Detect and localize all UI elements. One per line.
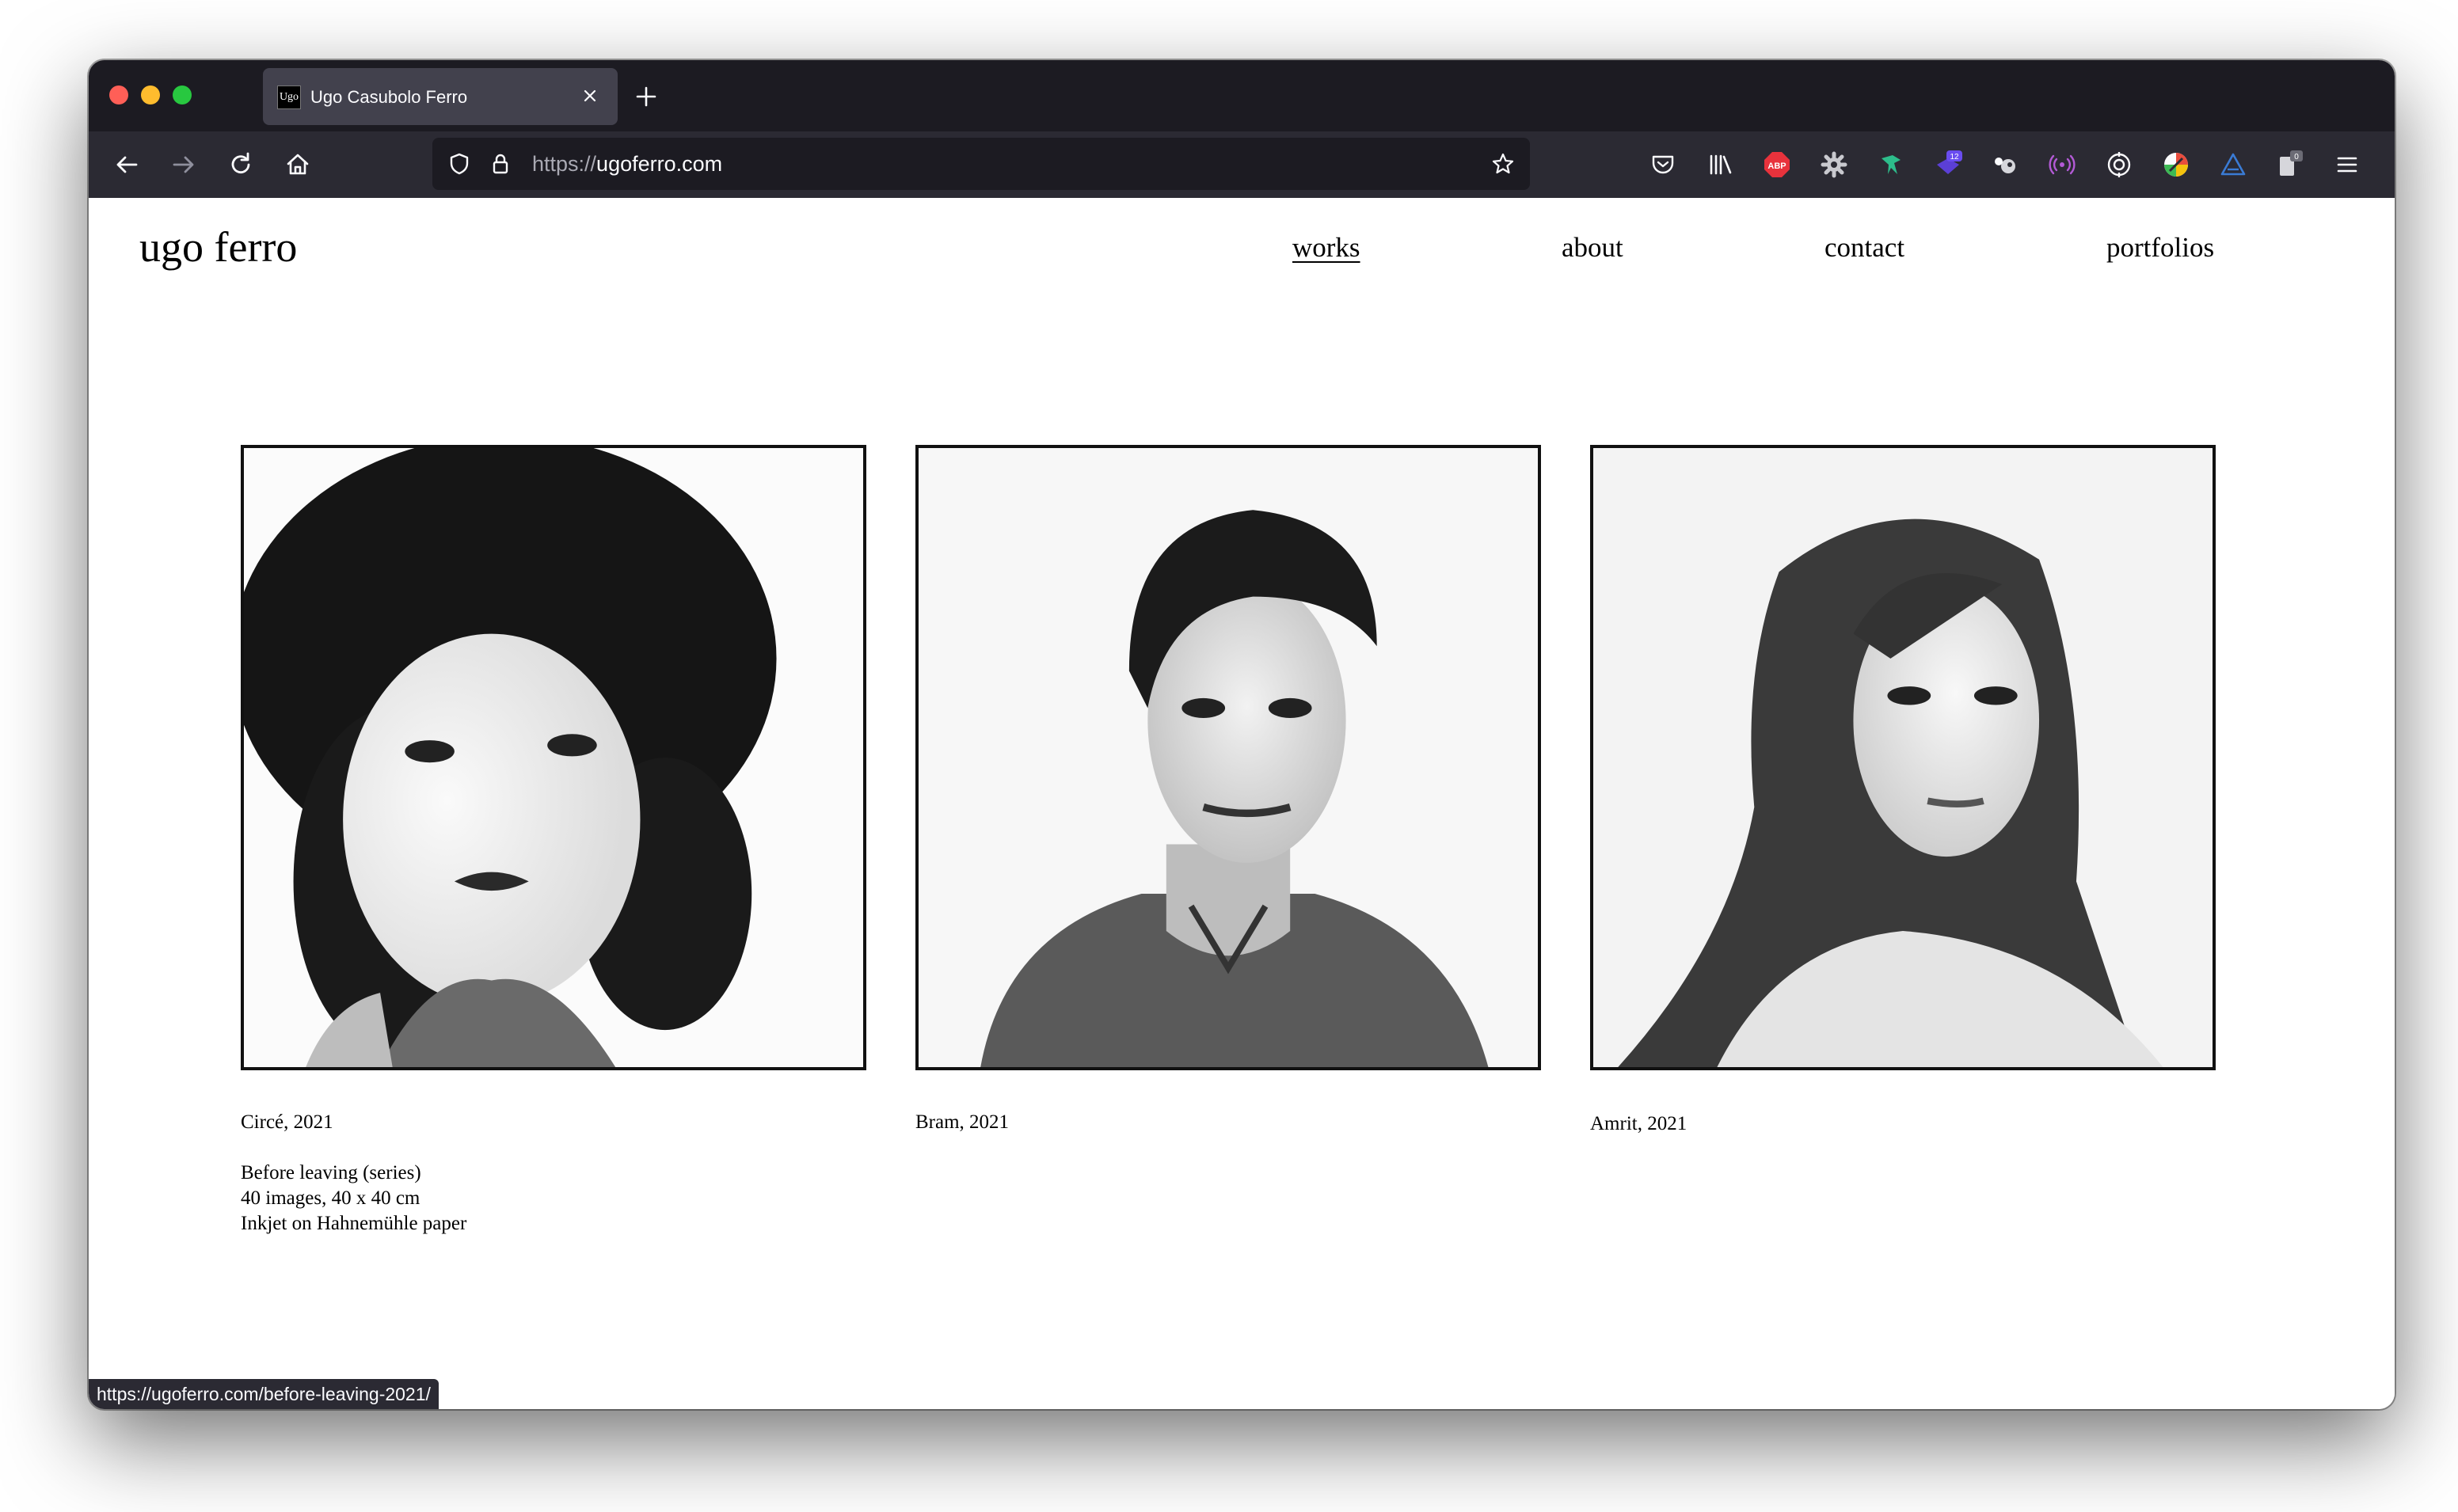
clipboard-extension-icon[interactable]: 0: [2276, 150, 2304, 179]
close-tab-icon[interactable]: [578, 84, 602, 108]
site-title[interactable]: ugo ferro: [139, 222, 297, 272]
work-detail-medium: Inkjet on Hahnemühle paper: [241, 1213, 467, 1234]
work-caption-amrit[interactable]: Amrit, 2021: [1590, 1111, 1687, 1137]
bird-extension-icon[interactable]: [1877, 150, 1905, 179]
nav-link-portfolios[interactable]: portfolios: [2106, 231, 2214, 264]
portrait-photo-icon: [1593, 448, 2213, 1067]
work-detail-series: Before leaving (series): [241, 1162, 421, 1183]
forward-arrow-icon[interactable]: [168, 149, 200, 180]
site-favicon: Ugo: [277, 85, 301, 109]
address-bar[interactable]: https://ugoferro.com: [432, 138, 1530, 190]
navigation-toolbar: https://ugoferro.com ABP 12 0: [89, 131, 2395, 198]
lock-icon[interactable]: [488, 151, 513, 177]
color-wheel-extension-icon[interactable]: [2162, 150, 2190, 179]
work-image-bram[interactable]: [915, 445, 1541, 1070]
work-caption-circe[interactable]: Circé, 2021: [241, 1110, 333, 1135]
svg-text:0: 0: [2294, 153, 2299, 161]
portrait-photo-icon: [244, 448, 863, 1067]
svg-text:ABP: ABP: [1767, 161, 1786, 171]
status-bar-link-preview: https://ugoferro.com/before-leaving-2021…: [89, 1379, 439, 1409]
work-image-amrit[interactable]: [1590, 445, 2216, 1070]
browser-tab[interactable]: Ugo Ugo Casubolo Ferro: [263, 68, 618, 125]
window-maximize-button[interactable]: [173, 85, 192, 104]
home-icon[interactable]: [282, 149, 314, 180]
reload-icon[interactable]: [225, 149, 257, 180]
nav-link-works[interactable]: works: [1292, 231, 1360, 264]
gear-extension-icon[interactable]: [1820, 150, 1848, 179]
window-close-button[interactable]: [109, 85, 128, 104]
broadcast-extension-icon[interactable]: [2048, 150, 2076, 179]
pocket-icon[interactable]: [1649, 150, 1677, 179]
work-detail-dimensions: 40 images, 40 x 40 cm: [241, 1187, 420, 1209]
target-extension-icon[interactable]: [2105, 150, 2133, 179]
url-text[interactable]: https://ugoferro.com: [532, 151, 722, 177]
puzzle-extension-icon[interactable]: [1991, 150, 2019, 179]
back-arrow-icon[interactable]: [111, 149, 143, 180]
menu-icon[interactable]: [2333, 150, 2361, 179]
nav-link-about[interactable]: about: [1562, 231, 1623, 264]
web-page: ugo ferro works about contact portfolios: [89, 198, 2395, 1409]
new-tab-icon[interactable]: [634, 84, 659, 109]
bookmark-star-icon[interactable]: [1490, 151, 1516, 177]
window-minimize-button[interactable]: [141, 85, 160, 104]
tab-bar: Ugo Ugo Casubolo Ferro: [89, 60, 2395, 131]
stack-extension-icon[interactable]: 12: [1934, 150, 1962, 179]
tracking-protection-shield-icon[interactable]: [447, 151, 472, 177]
library-icon[interactable]: [1706, 150, 1734, 179]
browser-window: Ugo Ugo Casubolo Ferro https://ugoferro.…: [89, 60, 2395, 1409]
adblock-plus-icon[interactable]: ABP: [1763, 150, 1791, 179]
triangle-extension-icon[interactable]: [2219, 150, 2247, 179]
svg-text:12: 12: [1950, 153, 1959, 161]
portrait-photo-icon: [919, 448, 1538, 1067]
work-caption-bram[interactable]: Bram, 2021: [915, 1110, 1009, 1135]
tab-title: Ugo Casubolo Ferro: [310, 87, 468, 107]
nav-link-contact[interactable]: contact: [1824, 231, 1904, 264]
work-image-circe[interactable]: [241, 445, 866, 1070]
work-details-circe: Before leaving (series) 40 images, 40 x …: [241, 1161, 466, 1237]
